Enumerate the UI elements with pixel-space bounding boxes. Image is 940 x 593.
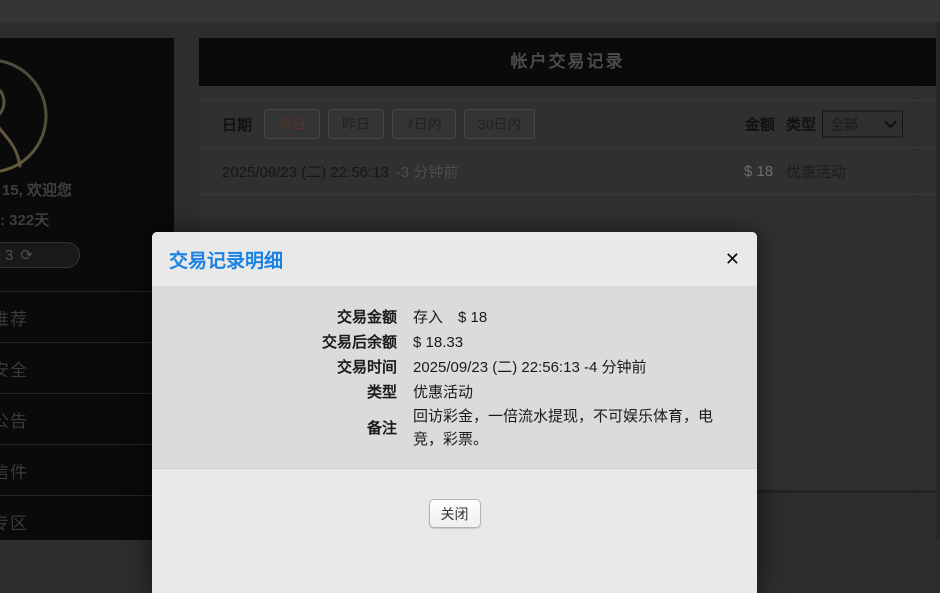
date-filter-label: 日期 [222, 114, 252, 135]
sidebar-item-label: 信件 [0, 458, 28, 483]
filter-button-7days[interactable]: 7日内 [392, 109, 456, 139]
top-bar [0, 0, 940, 22]
sidebar: 15, 欢迎您 : 322天 3 ⟳ 推荐 安全 公告 信件 专区 [0, 38, 174, 540]
filter-button-yesterday[interactable]: 昨日 [328, 109, 384, 139]
close-icon[interactable]: ✕ [725, 250, 740, 268]
field-label: 备注 [172, 416, 397, 441]
modal-title: 交易记录明细 [169, 246, 283, 273]
field-label: 交易后余额 [172, 330, 397, 355]
transaction-detail-modal: 交易记录明细 ✕ 交易金额 存入 $ 18 交易后余额 $ 18.33 交易时间… [152, 232, 757, 592]
sidebar-item-label: 专区 [0, 509, 28, 534]
field-value: 回访彩金，一倍流水提现，不可娱乐体育，电竞，彩票。 [413, 405, 735, 451]
field-row-balance-after: 交易后余额 $ 18.33 [172, 330, 737, 355]
sidebar-item-zone[interactable]: 专区 [0, 495, 174, 540]
field-value: 2025/09/23 (二) 22:56:13 -4 分钟前 [413, 355, 646, 380]
field-value: 优惠活动 [413, 380, 473, 405]
tx-datetime: 2025/09/23 (二) 22:56:13 [222, 161, 389, 182]
sidebar-menu: 推荐 安全 公告 信件 专区 [0, 291, 174, 540]
tx-relative-time: -3 分钟前 [396, 161, 459, 182]
page-title: 帐户交易记录 [199, 38, 936, 86]
type-column-label: 类型 [786, 114, 816, 135]
type-select-value: 全部 [830, 114, 858, 134]
sidebar-item-mail[interactable]: 信件 [0, 444, 174, 495]
balance-refresh-pill[interactable]: 3 ⟳ [0, 242, 80, 268]
field-value: $ 18.33 [413, 330, 463, 355]
close-button[interactable]: 关闭 [429, 499, 481, 528]
sidebar-item-announcement[interactable]: 公告 [0, 393, 174, 444]
sidebar-item-referral[interactable]: 推荐 [0, 291, 174, 342]
scrollbar-track[interactable] [936, 22, 940, 540]
modal-footer: 关闭 [152, 468, 757, 593]
balance-value: 3 [5, 247, 13, 264]
field-row-time: 交易时间 2025/09/23 (二) 22:56:13 -4 分钟前 [172, 355, 737, 380]
field-value: 存入 $ 18 [413, 305, 487, 330]
welcome-text: 15, 欢迎您 [2, 179, 72, 200]
type-select[interactable]: 全部 [822, 111, 903, 138]
modal-body: 交易金额 存入 $ 18 交易后余额 $ 18.33 交易时间 2025/09/… [152, 287, 757, 451]
field-row-amount: 交易金额 存入 $ 18 [172, 305, 737, 330]
field-label: 交易时间 [172, 355, 397, 380]
sidebar-item-label: 安全 [0, 356, 28, 381]
field-label: 类型 [172, 380, 397, 405]
filter-bar: 日期 今日 昨日 7日内 30日内 金额 类型 全部 [199, 100, 936, 148]
membership-days: : 322天 [0, 209, 49, 230]
tx-amount: $ 18 [744, 163, 773, 180]
sidebar-item-label: 公告 [0, 407, 28, 432]
amount-column-label: 金额 [745, 114, 775, 135]
filter-button-today[interactable]: 今日 [264, 109, 320, 139]
filter-button-30days[interactable]: 30日内 [464, 109, 536, 139]
avatar [0, 56, 50, 176]
chevron-down-icon [884, 116, 897, 129]
sidebar-item-label: 推荐 [0, 305, 28, 330]
modal-header: 交易记录明细 ✕ [152, 232, 757, 287]
refresh-icon[interactable]: ⟳ [20, 246, 33, 264]
field-label: 交易金额 [172, 305, 397, 330]
sidebar-item-security[interactable]: 安全 [0, 342, 174, 393]
transaction-row[interactable]: 2025/09/23 (二) 22:56:13 -3 分钟前 $ 18 优惠活动 [199, 148, 936, 195]
field-row-remark: 备注 回访彩金，一倍流水提现，不可娱乐体育，电竞，彩票。 [172, 405, 737, 451]
tx-type: 优惠活动 [786, 161, 846, 182]
field-row-type: 类型 优惠活动 [172, 380, 737, 405]
person-icon [0, 60, 46, 172]
